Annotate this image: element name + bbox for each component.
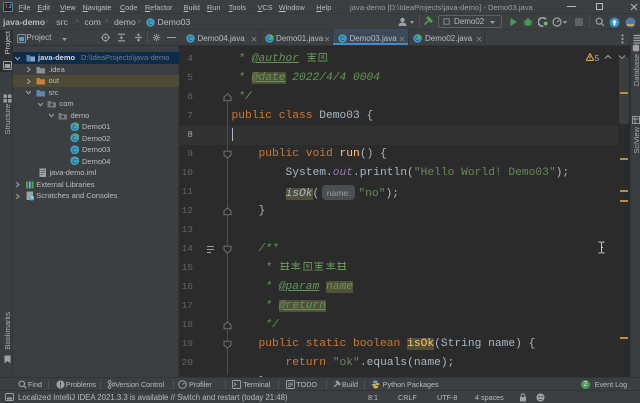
- svg-text:C: C: [340, 35, 345, 42]
- svg-text:C: C: [148, 19, 153, 26]
- svg-text:C: C: [188, 35, 193, 42]
- svg-text:C: C: [72, 158, 77, 165]
- svg-text:C: C: [72, 147, 77, 154]
